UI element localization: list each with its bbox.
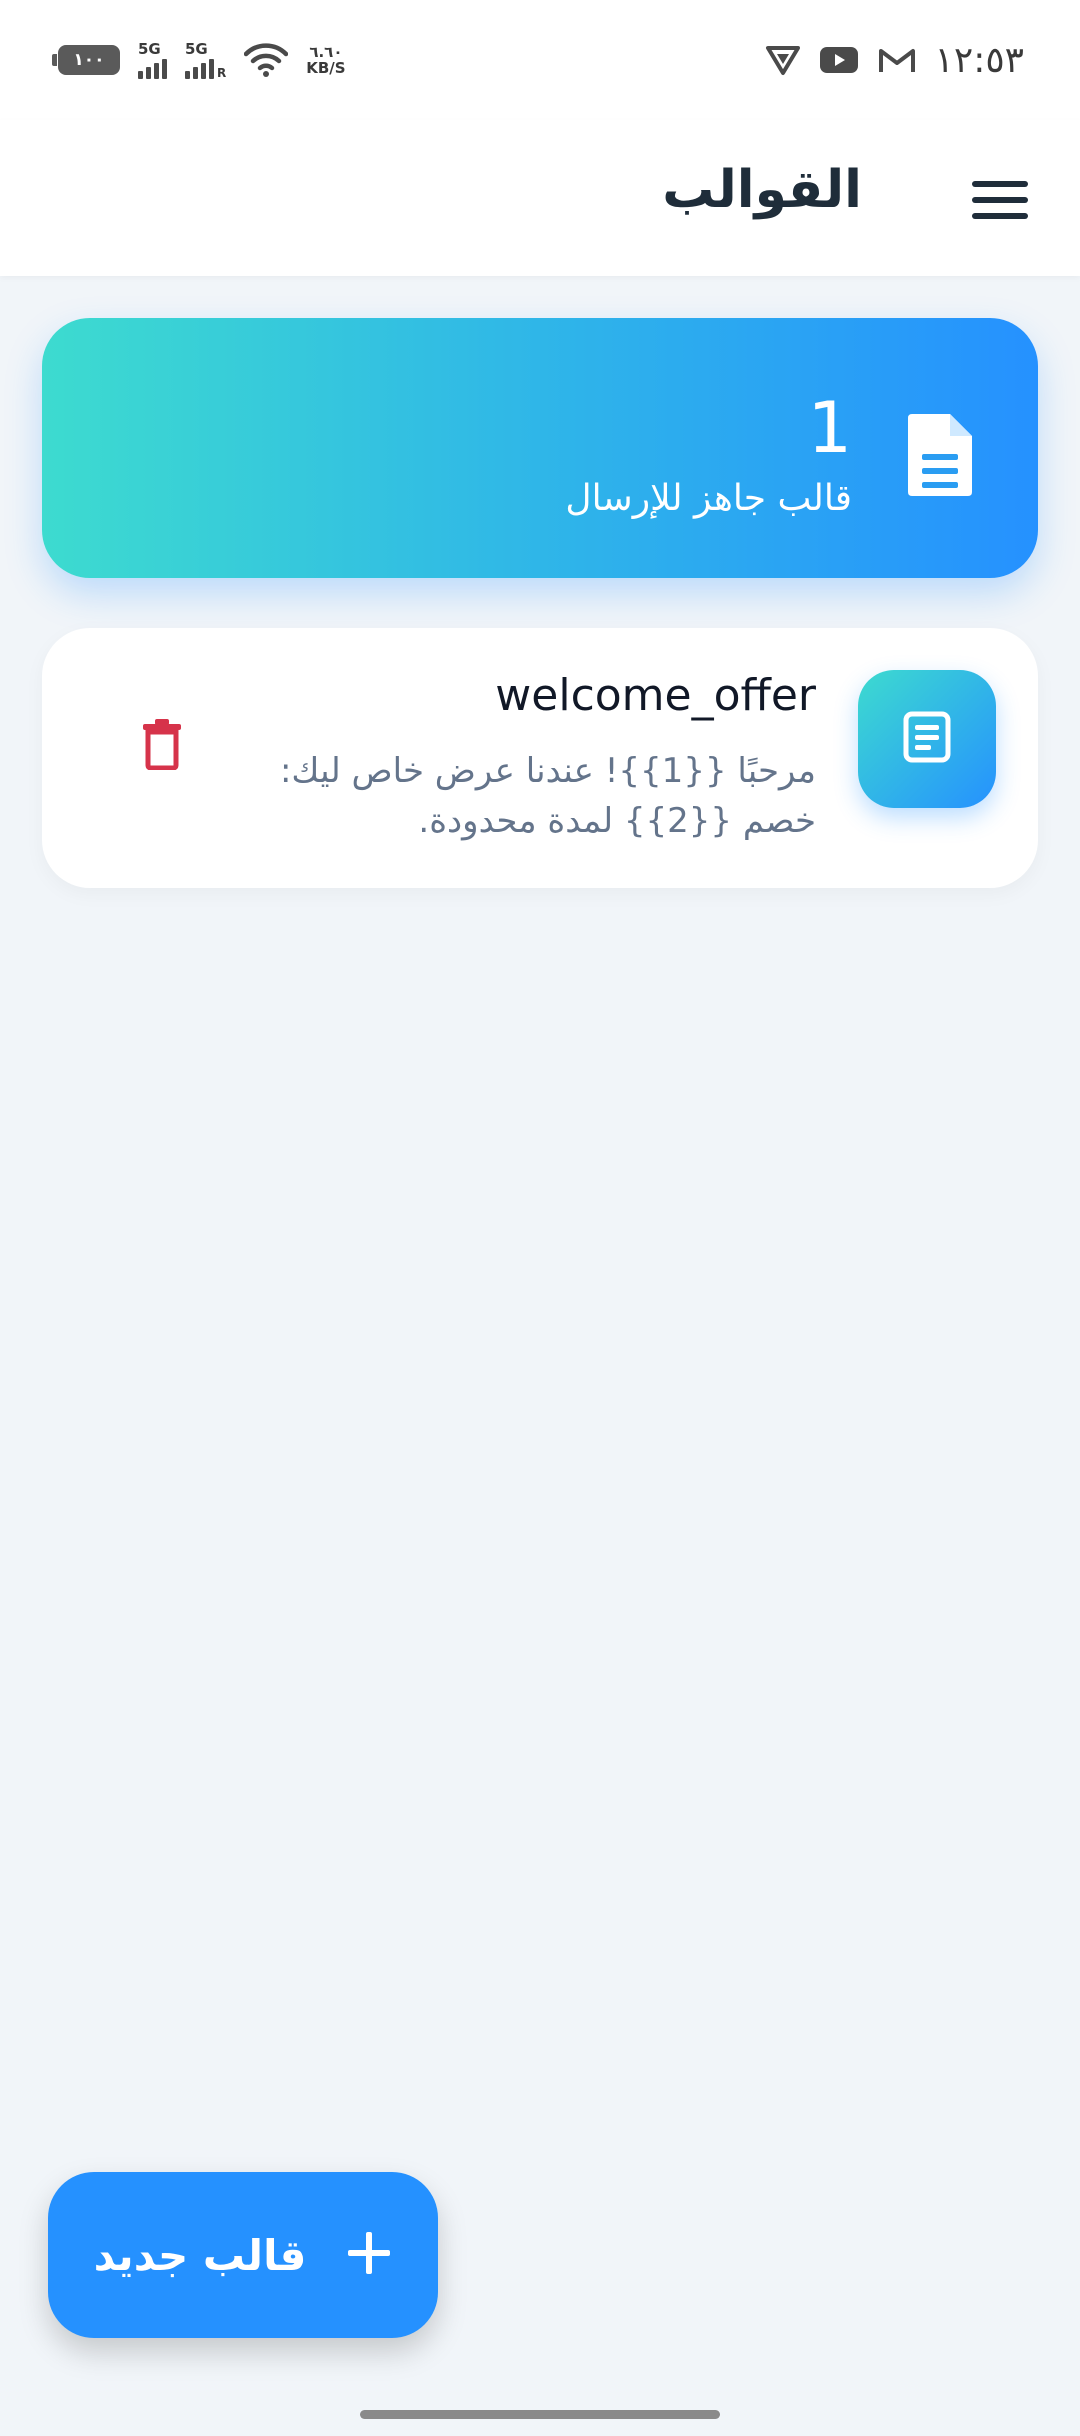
templates-screen: ١٠٠ 5G 5G R ٦.٦٠ KB/S ١٢:٥٣ القوالب 1 قا… — [0, 0, 1080, 2436]
cellular-signal-1-icon: 5G — [138, 39, 167, 79]
trash-icon — [141, 718, 183, 774]
menu-button[interactable] — [972, 168, 1036, 232]
battery-icon: ١٠٠ — [52, 45, 120, 75]
hamburger-icon-line — [972, 181, 1028, 187]
battery-level: ١٠٠ — [73, 50, 105, 70]
page-title: القوالب — [662, 160, 862, 220]
delete-template-button[interactable] — [134, 714, 190, 778]
ready-templates-count: 1 — [807, 387, 852, 469]
ready-templates-label: قالب جاهز للإرسال — [565, 478, 852, 519]
new-template-label: قالب جديد — [93, 2230, 307, 2280]
gmail-icon — [877, 45, 917, 75]
document-icon — [904, 410, 976, 500]
hamburger-icon-line — [972, 197, 1028, 203]
hamburger-icon-line — [972, 213, 1028, 219]
wifi-icon — [244, 43, 289, 77]
template-name: welcome_offer — [495, 670, 816, 721]
signal-2-label: 5G — [185, 39, 208, 58]
home-indicator[interactable] — [360, 2410, 720, 2419]
status-time: ١٢:٥٣ — [934, 39, 1024, 81]
vpn-shield-icon — [765, 44, 801, 76]
plus-icon — [346, 2230, 392, 2280]
signal-2-sub: R — [217, 65, 227, 80]
template-icon-box — [858, 670, 996, 808]
status-bar-left: ١٠٠ 5G 5G R ٦.٦٠ KB/S — [52, 39, 346, 80]
template-body: مرحبًا {{1}}! عندنا عرض خاص ليك: خصم {{2… — [279, 751, 816, 841]
network-speed: ٦.٦٠ KB/S — [306, 44, 345, 76]
status-bar: ١٠٠ 5G 5G R ٦.٦٠ KB/S ١٢:٥٣ — [0, 0, 1080, 120]
signal-1-label: 5G — [138, 39, 161, 58]
document-lines-icon — [903, 711, 951, 767]
status-bar-right: ١٢:٥٣ — [765, 40, 1024, 81]
network-speed-value: ٦.٦٠ — [309, 43, 343, 61]
summary-card: 1 قالب جاهز للإرسال — [42, 318, 1038, 578]
app-header: القوالب — [0, 120, 1080, 276]
youtube-icon — [819, 45, 859, 75]
network-speed-unit: KB/S — [306, 59, 346, 77]
template-card[interactable]: welcome_offer مرحبًا {{1}}! عندنا عرض خا… — [42, 628, 1038, 888]
new-template-button[interactable]: قالب جديد — [48, 2172, 438, 2338]
cellular-signal-2-icon: 5G R — [185, 39, 227, 80]
